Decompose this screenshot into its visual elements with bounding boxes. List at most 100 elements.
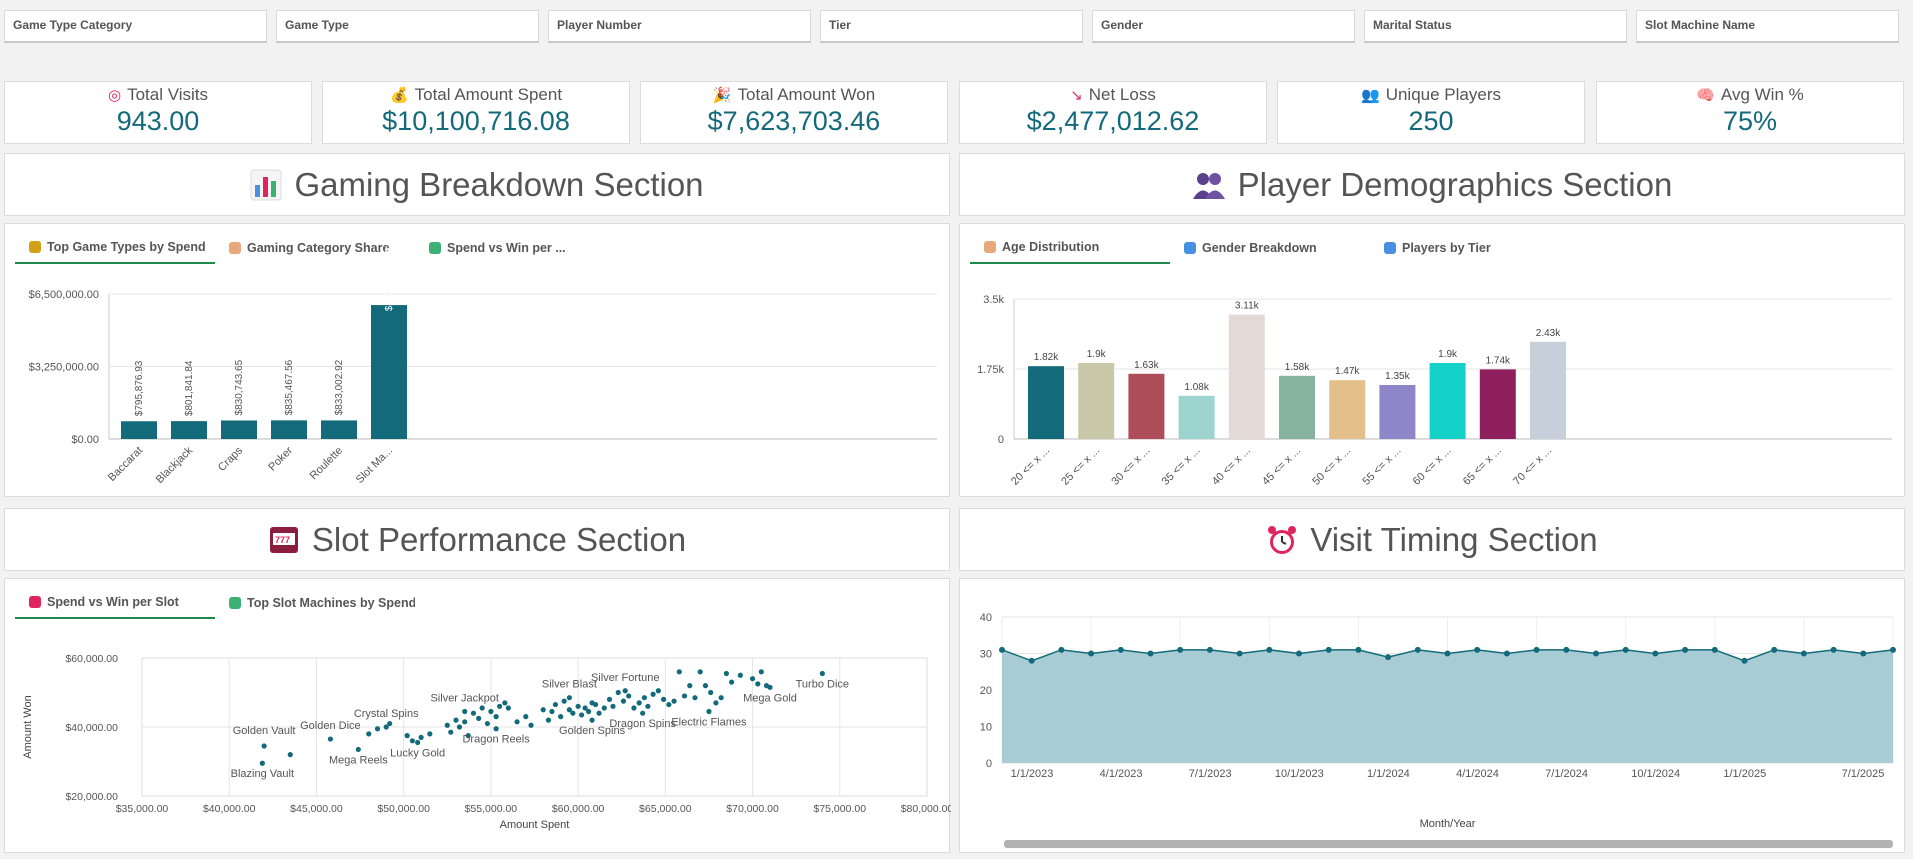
scatter-point[interactable] — [484, 720, 490, 727]
scatter-point[interactable] — [697, 669, 703, 675]
data-point[interactable] — [1711, 646, 1718, 653]
scatter-point[interactable] — [404, 733, 410, 739]
data-point[interactable] — [1325, 646, 1332, 653]
data-point[interactable] — [1860, 650, 1867, 657]
filter-game-type[interactable]: Game Type — [276, 10, 539, 43]
data-point[interactable] — [1830, 646, 1837, 653]
scatter-point-labeled[interactable] — [259, 760, 265, 766]
scatter-point[interactable] — [692, 695, 698, 701]
data-point[interactable] — [1593, 650, 1599, 657]
scatter-point-labeled[interactable] — [640, 710, 646, 716]
bar[interactable] — [1530, 341, 1566, 439]
data-point[interactable] — [1800, 650, 1807, 657]
scatter-point[interactable] — [708, 689, 714, 696]
scatter-point[interactable] — [561, 698, 567, 704]
scatter-point[interactable] — [575, 703, 581, 709]
scatter-point[interactable] — [528, 722, 534, 728]
scatter-point[interactable] — [723, 670, 729, 677]
filter-marital-status[interactable]: Marital Status — [1364, 10, 1627, 43]
bar[interactable] — [221, 420, 257, 439]
scatter-point[interactable] — [615, 689, 621, 696]
scatter-point[interactable] — [552, 701, 559, 708]
scatter-point[interactable] — [601, 705, 607, 711]
bar[interactable] — [321, 420, 357, 439]
bar[interactable] — [1329, 380, 1366, 439]
data-point[interactable] — [999, 646, 1005, 653]
bar[interactable] — [1228, 314, 1265, 439]
scatter-point[interactable] — [444, 722, 450, 728]
data-point[interactable] — [1444, 650, 1451, 657]
scatter-point-labeled[interactable] — [383, 724, 389, 730]
scatter-point[interactable] — [660, 696, 667, 702]
scatter-point[interactable] — [549, 708, 555, 715]
scatter-point[interactable] — [631, 705, 637, 711]
filter-gender[interactable]: Gender — [1092, 10, 1355, 43]
filter-game-type-category[interactable]: Game Type Category — [4, 10, 267, 43]
scatter-point[interactable] — [523, 714, 529, 720]
data-point[interactable] — [1385, 654, 1392, 661]
data-point[interactable] — [1117, 646, 1124, 653]
bar[interactable] — [171, 421, 207, 439]
scatter-point[interactable] — [620, 698, 627, 704]
bar[interactable] — [1379, 385, 1416, 439]
data-point[interactable] — [1563, 646, 1570, 653]
scatter-point[interactable] — [470, 710, 477, 716]
scatter-point-labeled[interactable] — [261, 743, 267, 749]
scatter-point-labeled[interactable] — [355, 746, 361, 753]
scatter-point[interactable] — [427, 731, 433, 737]
scatter-point[interactable] — [374, 726, 381, 732]
bar[interactable] — [1128, 373, 1165, 439]
scatter-point[interactable] — [610, 703, 616, 709]
bar[interactable] — [1429, 363, 1466, 439]
scatter-point[interactable] — [626, 693, 632, 699]
scatter-point[interactable] — [636, 700, 642, 706]
data-point[interactable] — [1088, 650, 1095, 657]
scatter-point-labeled[interactable] — [767, 684, 773, 690]
data-point[interactable] — [1414, 646, 1421, 653]
scatter-point[interactable] — [456, 724, 463, 730]
scatter-point[interactable] — [287, 752, 293, 758]
scatter-point[interactable] — [681, 693, 688, 699]
filter-slot-machine-name[interactable]: Slot Machine Name — [1636, 10, 1899, 43]
scatter-point-labeled[interactable] — [566, 695, 572, 701]
scatter-point[interactable] — [655, 688, 661, 694]
filter-tier[interactable]: Tier — [820, 10, 1083, 43]
data-point[interactable] — [1206, 646, 1213, 653]
data-point[interactable] — [1296, 650, 1302, 657]
scatter-point-labeled[interactable] — [462, 708, 468, 715]
scatter-point[interactable] — [666, 701, 672, 708]
scatter-point[interactable] — [540, 707, 546, 713]
data-point[interactable] — [1355, 646, 1362, 653]
bar[interactable] — [1178, 395, 1215, 439]
scatter-point[interactable] — [729, 679, 735, 685]
scatter-point-labeled[interactable] — [493, 726, 499, 732]
scatter-point[interactable] — [687, 683, 693, 689]
bar[interactable] — [271, 420, 307, 439]
bar[interactable] — [1279, 375, 1315, 439]
data-point[interactable] — [1741, 657, 1748, 664]
data-point[interactable] — [1890, 646, 1896, 653]
scatter-point[interactable] — [758, 669, 764, 675]
data-point[interactable] — [1474, 646, 1481, 653]
scatter-point[interactable] — [641, 695, 648, 701]
scatter-point-labeled[interactable] — [819, 670, 825, 677]
scatter-point[interactable] — [749, 676, 756, 682]
horizontal-scrollbar[interactable] — [1004, 840, 1893, 848]
scatter-point[interactable] — [713, 700, 719, 706]
scatter-point[interactable] — [493, 714, 499, 720]
scatter-point[interactable] — [676, 669, 682, 675]
bar[interactable] — [1479, 369, 1516, 439]
scatter-point[interactable] — [645, 703, 651, 709]
bar[interactable] — [371, 305, 407, 439]
scatter-point-labeled[interactable] — [589, 717, 595, 723]
scatter-point[interactable] — [366, 731, 372, 737]
scatter-point[interactable] — [453, 717, 459, 723]
scatter-point-labeled[interactable] — [415, 739, 421, 746]
scatter-point[interactable] — [418, 734, 424, 740]
scatter-point[interactable] — [448, 729, 454, 735]
data-point[interactable] — [1028, 657, 1035, 664]
scatter-point[interactable] — [671, 698, 677, 704]
bar[interactable] — [1078, 363, 1115, 439]
scatter-point-labeled[interactable] — [622, 688, 628, 694]
scatter-point[interactable] — [514, 719, 520, 725]
